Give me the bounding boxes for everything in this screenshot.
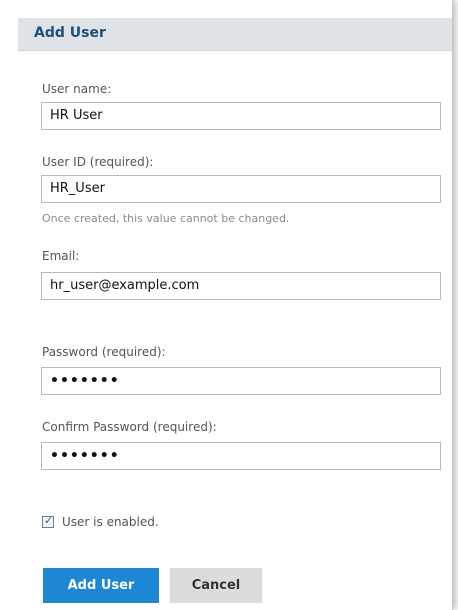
email-input[interactable]: hr_user@example.com (41, 272, 441, 300)
check-icon: ✓ (44, 514, 54, 527)
dialog-title: Add User (34, 25, 106, 41)
dialog-header: Add User (18, 18, 452, 51)
add-user-dialog: Add User User name: HR User User ID (req… (0, 0, 453, 610)
confirm-password-input[interactable]: ••••••• (41, 442, 441, 470)
user-id-input[interactable]: HR_User (41, 175, 441, 203)
enabled-label: User is enabled. (62, 515, 159, 529)
cancel-button[interactable]: Cancel (170, 568, 262, 603)
confirm-password-label: Confirm Password (required): (42, 420, 217, 434)
enabled-checkbox[interactable]: ✓ (42, 514, 54, 528)
email-label: Email: (42, 249, 80, 263)
user-name-label: User name: (42, 82, 112, 96)
user-id-label: User ID (required): (42, 155, 154, 169)
user-name-input[interactable]: HR User (41, 102, 441, 130)
password-input[interactable]: ••••••• (41, 367, 441, 395)
add-user-button[interactable]: Add User (43, 568, 159, 603)
password-label: Password (required): (42, 345, 166, 359)
user-id-hint: Once created, this value cannot be chang… (42, 212, 290, 225)
